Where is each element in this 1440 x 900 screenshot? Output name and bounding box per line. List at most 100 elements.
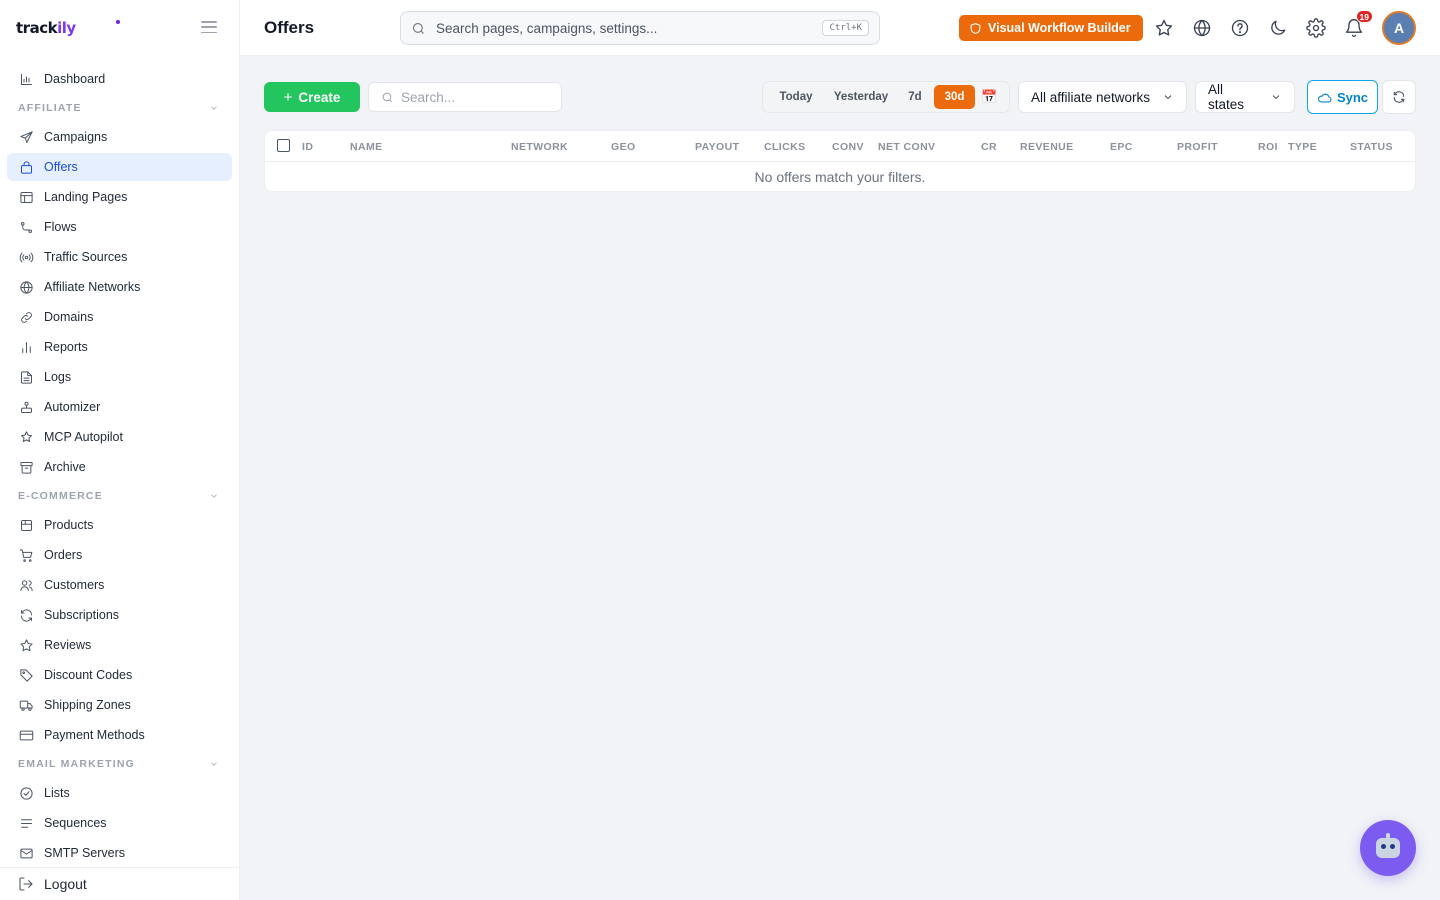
column-header-network[interactable]: NETWORK — [511, 141, 568, 153]
sidebar-item-orders[interactable]: Orders — [7, 541, 232, 569]
select-all-checkbox[interactable] — [277, 139, 290, 152]
sidebar-item-archive[interactable]: Archive — [7, 453, 232, 481]
date-range-7d[interactable]: 7d — [896, 85, 934, 109]
visual-workflow-builder-button[interactable]: Visual Workflow Builder — [959, 15, 1143, 41]
top-header: Offers Ctrl+K Visual Workflow Builder 19… — [240, 0, 1440, 56]
column-header-status[interactable]: STATUS — [1350, 141, 1393, 153]
sidebar-item-domains[interactable]: Domains — [7, 303, 232, 331]
sidebar-item-lists[interactable]: Lists — [7, 779, 232, 807]
globe-icon — [18, 279, 34, 295]
sidebar-section-title: AFFILIATE — [18, 102, 82, 114]
help-icon[interactable] — [1229, 17, 1251, 39]
brand: trackily — [0, 0, 239, 56]
sidebar-item-label: Reports — [44, 340, 88, 354]
date-range-today[interactable]: Today — [766, 85, 826, 109]
search-shortcut-hint: Ctrl+K — [822, 20, 869, 36]
global-search-input[interactable] — [436, 20, 823, 36]
column-header-roi[interactable]: ROI — [1258, 141, 1278, 153]
user-avatar[interactable]: A — [1382, 11, 1416, 45]
language-globe-icon[interactable] — [1191, 17, 1213, 39]
sidebar-item-label: Subscriptions — [44, 608, 120, 622]
sidebar-item-shipping-zones[interactable]: Shipping Zones — [7, 691, 232, 719]
sidebar-item-campaigns[interactable]: Campaigns — [7, 123, 232, 151]
column-header-epc[interactable]: EPC — [1110, 141, 1133, 153]
offers-search-input[interactable] — [401, 89, 549, 105]
sidebar-item-landing-pages[interactable]: Landing Pages — [7, 183, 232, 211]
calendar-icon[interactable]: 📅 — [981, 89, 997, 105]
refresh-button[interactable] — [1382, 80, 1416, 114]
lines-icon — [18, 815, 34, 831]
truck-icon — [18, 697, 34, 713]
sidebar-item-label: Affiliate Networks — [44, 280, 141, 294]
search-icon — [412, 22, 424, 34]
chevron-down-icon — [211, 106, 217, 110]
sidebar-item-label: Campaigns — [44, 130, 108, 144]
sidebar-item-label: MCP Autopilot — [44, 430, 123, 444]
sidebar-item-logs[interactable]: Logs — [7, 363, 232, 391]
assistant-chat-button[interactable] — [1360, 820, 1416, 876]
menu-toggle-icon[interactable] — [201, 19, 217, 35]
column-header-id[interactable]: ID — [302, 141, 313, 153]
dark-mode-moon-icon[interactable] — [1267, 17, 1289, 39]
sidebar-item-label: Shipping Zones — [44, 698, 131, 712]
logout-label: Logout — [44, 876, 87, 892]
sidebar-item-affiliate-networks[interactable]: Affiliate Networks — [7, 273, 232, 301]
sidebar-item-label: Archive — [44, 460, 86, 474]
offers-search[interactable] — [368, 82, 562, 112]
shield-icon — [970, 22, 981, 34]
favorites-star-icon[interactable] — [1153, 17, 1175, 39]
sidebar-item-label: Products — [44, 518, 94, 532]
column-header-conv[interactable]: CONV — [832, 141, 864, 153]
notifications-bell-icon[interactable]: 19 — [1343, 10, 1373, 39]
sidebar-item-dashboard[interactable]: Dashboard — [7, 65, 232, 93]
sidebar-item-payment-methods[interactable]: Payment Methods — [7, 721, 232, 749]
sidebar-item-reviews[interactable]: Reviews — [7, 631, 232, 659]
sidebar-item-offers[interactable]: Offers — [7, 153, 232, 181]
sparkle-star-icon — [18, 429, 34, 445]
column-header-payout[interactable]: PAYOUT — [695, 141, 739, 153]
sidebar-item-automizer[interactable]: Automizer — [7, 393, 232, 421]
cart-icon — [18, 547, 34, 563]
column-header-name[interactable]: NAME — [350, 141, 383, 153]
sidebar-item-subscriptions[interactable]: Subscriptions — [7, 601, 232, 629]
sidebar-item-discount-codes[interactable]: Discount Codes — [7, 661, 232, 689]
logout-button[interactable]: Logout — [0, 867, 239, 900]
column-header-type[interactable]: TYPE — [1288, 141, 1317, 153]
chevron-down-icon — [1164, 95, 1172, 100]
date-range-30d[interactable]: 30d — [934, 85, 975, 109]
column-header-profit[interactable]: PROFIT — [1177, 141, 1218, 153]
network-filter-select[interactable]: All affiliate networks — [1018, 81, 1187, 113]
date-range-yesterday[interactable]: Yesterday — [826, 85, 896, 109]
notifications-badge: 19 — [1355, 10, 1373, 23]
column-header-geo[interactable]: GEO — [611, 141, 636, 153]
chevron-down-icon — [211, 494, 217, 498]
column-header-clicks[interactable]: CLICKS — [764, 141, 805, 153]
sidebar-item-smtp-servers[interactable]: SMTP Servers — [7, 839, 232, 866]
sidebar-item-mcp-autopilot[interactable]: MCP Autopilot — [7, 423, 232, 451]
settings-gear-icon[interactable] — [1305, 17, 1327, 39]
column-header-revenue[interactable]: REVENUE — [1020, 141, 1074, 153]
sync-button[interactable]: Sync — [1307, 80, 1378, 114]
sidebar-item-products[interactable]: Products — [7, 511, 232, 539]
sidebar-item-sequences[interactable]: Sequences — [7, 809, 232, 837]
state-filter-select[interactable]: All states — [1195, 81, 1295, 113]
lock-bag-icon — [18, 159, 34, 175]
sidebar-item-flows[interactable]: Flows — [7, 213, 232, 241]
automizer-icon — [18, 399, 34, 415]
sidebar-item-label: Offers — [44, 160, 78, 174]
column-header-cr[interactable]: CR — [981, 141, 997, 153]
sidebar-item-reports[interactable]: Reports — [7, 333, 232, 361]
column-header-net-conv[interactable]: NET CONV — [878, 141, 935, 153]
robot-icon — [1376, 838, 1400, 858]
sidebar-section-email-marketing[interactable]: EMAIL MARKETING — [0, 751, 239, 777]
sidebar-section-e-commerce[interactable]: E-COMMERCE — [0, 483, 239, 509]
create-button[interactable]: + Create — [264, 82, 360, 112]
sidebar-item-label: Flows — [44, 220, 77, 234]
logo[interactable]: trackily — [16, 19, 76, 37]
sidebar-item-customers[interactable]: Customers — [7, 571, 232, 599]
sidebar-section-affiliate[interactable]: AFFILIATE — [0, 95, 239, 121]
sidebar-item-traffic-sources[interactable]: Traffic Sources — [7, 243, 232, 271]
sidebar-item-label: Discount Codes — [44, 668, 133, 682]
sidebar-item-label: Landing Pages — [44, 190, 128, 204]
global-search[interactable]: Ctrl+K — [400, 11, 880, 45]
